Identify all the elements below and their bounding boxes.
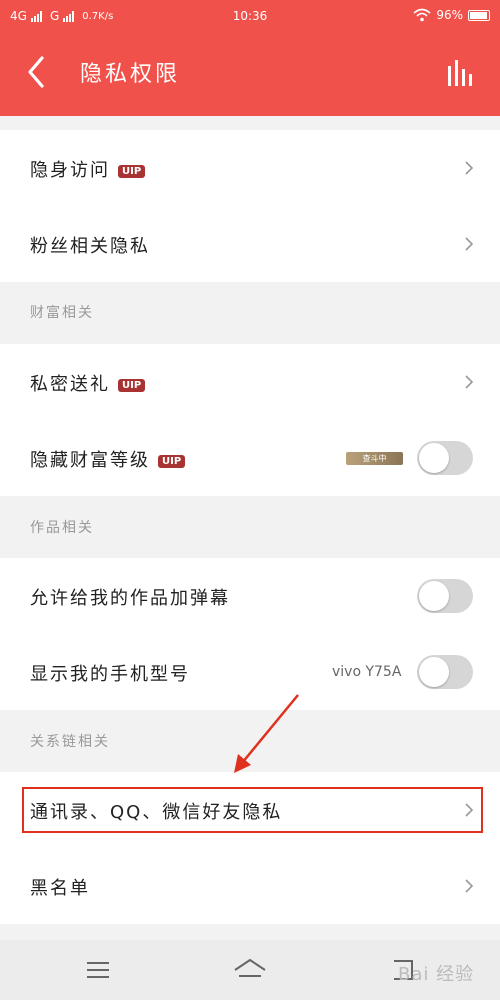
- section-header-relations: 关系链相关: [30, 734, 110, 750]
- chevron-right-icon: [465, 161, 474, 175]
- works-settings-group: 允许给我的作品加弹幕 显示我的手机型号 vivo Y75A: [0, 558, 500, 710]
- menu-icon[interactable]: [78, 956, 118, 984]
- allow-danmaku-toggle[interactable]: [417, 579, 473, 613]
- battery-percent: 96%: [436, 8, 463, 22]
- wifi-icon: [413, 8, 431, 22]
- row-label: 隐身访问: [30, 160, 110, 181]
- row-hide-wealth-level: 隐藏财富等级 UIP 查斗中: [0, 420, 500, 496]
- highlight-annotation-box: [22, 787, 483, 833]
- device-model: vivo Y75A: [332, 664, 402, 680]
- vip-badge: UIP: [118, 378, 146, 392]
- app-bar: 隐私权限: [0, 34, 500, 116]
- back-chevron-icon[interactable]: [22, 54, 52, 90]
- row-label-container: 隐身访问 UIP: [30, 156, 146, 182]
- row-label: 粉丝相关隐私: [30, 236, 150, 257]
- watermark: Bai 经验: [398, 964, 475, 985]
- section-header-wealth: 财富相关: [30, 305, 94, 321]
- row-private-gift[interactable]: 私密送礼 UIP: [0, 344, 500, 420]
- page-title: 隐私权限: [80, 62, 181, 87]
- show-phone-model-toggle[interactable]: [417, 655, 473, 689]
- row-label: 黑名单: [30, 878, 90, 899]
- wealth-settings-group: 私密送礼 UIP 隐藏财富等级 UIP 查斗中: [0, 344, 500, 496]
- home-icon[interactable]: [230, 956, 270, 984]
- row-label: 隐藏财富等级: [30, 450, 150, 471]
- vip-badge: UIP: [118, 164, 146, 178]
- vip-badge: UIP: [158, 454, 186, 468]
- bar-chart-icon[interactable]: [446, 58, 476, 88]
- section-header-works: 作品相关: [30, 520, 94, 536]
- chevron-right-icon: [465, 237, 474, 251]
- status-bar: 4G G 0.7K/s 10:36 96%: [0, 0, 500, 34]
- row-allow-danmaku: 允许给我的作品加弹幕: [0, 558, 500, 634]
- chevron-right-icon: [465, 879, 474, 893]
- row-label: 私密送礼: [30, 374, 110, 395]
- chevron-right-icon: [465, 375, 474, 389]
- row-show-phone-model: 显示我的手机型号 vivo Y75A: [0, 634, 500, 710]
- row-label-container: 私密送礼 UIP: [30, 370, 146, 396]
- row-label-container: 隐藏财富等级 UIP: [30, 446, 186, 472]
- row-blacklist[interactable]: 黑名单: [0, 848, 500, 924]
- row-fans-privacy[interactable]: 粉丝相关隐私: [0, 206, 500, 282]
- row-invisible-visit[interactable]: 隐身访问 UIP: [0, 130, 500, 206]
- top-settings-group: 隐身访问 UIP 粉丝相关隐私: [0, 130, 500, 282]
- hide-wealth-level-toggle[interactable]: [417, 441, 473, 475]
- battery-icon: [468, 9, 490, 21]
- row-label: 显示我的手机型号: [30, 664, 190, 685]
- row-label: 允许给我的作品加弹幕: [30, 588, 230, 609]
- wealth-rank-badge: 查斗中: [346, 452, 403, 465]
- status-right: 96%: [413, 8, 490, 22]
